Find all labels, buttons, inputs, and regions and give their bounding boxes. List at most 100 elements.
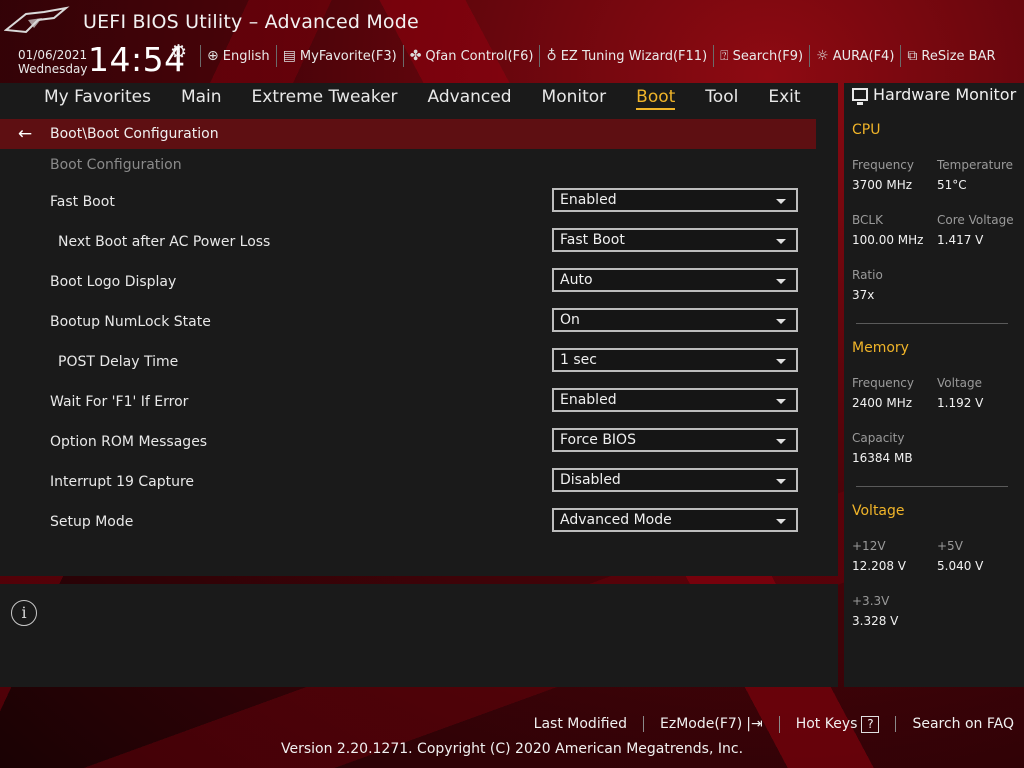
- fan-icon: ✤: [409, 48, 422, 64]
- bootup-numlock-state-dropdown[interactable]: On: [552, 308, 798, 332]
- lightbulb-icon: ♁: [546, 48, 557, 64]
- caret-down-icon: [776, 239, 786, 244]
- ez-tuning-wizard-button[interactable]: ♁ EZ Tuning Wizard(F11): [539, 45, 713, 67]
- hot-keys-button[interactable]: Hot Keys ?: [778, 715, 896, 733]
- fast-boot-dropdown[interactable]: Enabled: [552, 188, 798, 212]
- setting-label: Boot Logo Display: [50, 274, 177, 290]
- monitor-icon: [852, 88, 868, 105]
- voltage-heading: Voltage: [852, 503, 905, 519]
- memory-capacity-value: 16384 MB: [852, 451, 913, 465]
- core-voltage-label: Core Voltage: [937, 213, 1014, 227]
- v5-label: +5V: [937, 539, 963, 553]
- caret-down-icon: [776, 279, 786, 284]
- help-panel: i: [0, 584, 838, 687]
- dropdown-value: Enabled: [560, 392, 617, 408]
- hardware-monitor-title: Hardware Monitor: [852, 85, 1017, 105]
- tab-extreme-tweaker[interactable]: Extreme Tweaker: [237, 84, 413, 110]
- setting-row-next-boot-ac-power-loss: Next Boot after AC Power Loss Fast Boot: [0, 228, 816, 268]
- dropdown-value: On: [560, 312, 580, 328]
- language-button[interactable]: ⊕ English: [200, 45, 276, 67]
- myfavorite-label: MyFavorite(F3): [299, 48, 397, 64]
- dropdown-value: Fast Boot: [560, 232, 625, 248]
- breadcrumb-text: Boot\Boot Configuration: [50, 126, 219, 142]
- v12-label: +12V: [852, 539, 886, 553]
- qfan-control-button[interactable]: ✤ Qfan Control(F6): [402, 45, 540, 67]
- setting-row-boot-logo-display: Boot Logo Display Auto: [0, 268, 816, 308]
- cpu-temperature-value: 51°C: [937, 178, 967, 192]
- v33-label: +3.3V: [852, 594, 890, 608]
- search-faq-label: Search on FAQ: [912, 716, 1014, 732]
- bclk-value: 100.00 MHz: [852, 233, 924, 247]
- caret-down-icon: [776, 479, 786, 484]
- setting-row-wait-for-f1: Wait For 'F1' If Error Enabled: [0, 388, 816, 428]
- search-faq-button[interactable]: Search on FAQ: [895, 716, 1014, 732]
- setting-row-option-rom-messages: Option ROM Messages Force BIOS: [0, 428, 816, 468]
- version-text: Version 2.20.1271. Copyright (C) 2020 Am…: [280, 741, 744, 757]
- caret-down-icon: [776, 359, 786, 364]
- setting-row-setup-mode: Setup Mode Advanced Mode: [0, 508, 816, 548]
- wait-for-f1-dropdown[interactable]: Enabled: [552, 388, 798, 412]
- aura-label: AURA(F4): [832, 48, 895, 64]
- v12-value: 12.208 V: [852, 559, 907, 573]
- setting-label: Fast Boot: [50, 194, 115, 210]
- setup-mode-dropdown[interactable]: Advanced Mode: [552, 508, 798, 532]
- memory-voltage-value: 1.192 V: [937, 396, 984, 410]
- date-text: 01/06/2021: [18, 48, 88, 62]
- boot-logo-display-dropdown[interactable]: Auto: [552, 268, 798, 292]
- memory-capacity-label: Capacity: [852, 431, 905, 445]
- last-modified-button[interactable]: Last Modified: [518, 716, 643, 732]
- myfavorite-button[interactable]: ▤ MyFavorite(F3): [275, 45, 403, 67]
- setting-label: Next Boot after AC Power Loss: [58, 234, 271, 250]
- help-search-icon: ⍰: [720, 48, 729, 64]
- gear-icon[interactable]: ⚙: [170, 41, 187, 63]
- tab-advanced[interactable]: Advanced: [413, 84, 527, 110]
- setting-row-post-delay-time: POST Delay Time 1 sec: [0, 348, 816, 388]
- settings-panel: ← Boot\Boot Configuration Boot Configura…: [0, 111, 838, 576]
- ratio-value: 37x: [852, 288, 875, 302]
- ezmode-button[interactable]: EzMode(F7) |⇥: [643, 716, 779, 732]
- tab-main[interactable]: Main: [166, 84, 237, 110]
- resize-bar-label: ReSize BAR: [921, 48, 996, 64]
- app-title: UEFI BIOS Utility – Advanced Mode: [83, 11, 419, 33]
- next-boot-ac-power-loss-dropdown[interactable]: Fast Boot: [552, 228, 798, 252]
- aura-icon: ☼: [816, 48, 829, 64]
- tab-tool[interactable]: Tool: [690, 84, 753, 110]
- back-arrow-icon[interactable]: ←: [0, 124, 50, 144]
- hot-keys-label: Hot Keys: [795, 716, 858, 732]
- cpu-temperature-label: Temperature: [937, 158, 1014, 172]
- v33-value: 3.328 V: [852, 614, 899, 628]
- section-label: Boot Configuration: [50, 157, 182, 173]
- dropdown-value: Advanced Mode: [560, 512, 672, 528]
- resize-bar-button[interactable]: ⧉ ReSize BAR: [900, 45, 1001, 67]
- hardware-monitor-title-text: Hardware Monitor: [873, 85, 1017, 104]
- search-button[interactable]: ⍰ Search(F9): [713, 45, 809, 67]
- breadcrumb[interactable]: ← Boot\Boot Configuration: [0, 119, 816, 149]
- tab-exit[interactable]: Exit: [753, 84, 815, 110]
- memory-frequency-value: 2400 MHz: [852, 396, 913, 410]
- interrupt-19-capture-dropdown[interactable]: Disabled: [552, 468, 798, 492]
- day-text: Wednesday: [18, 62, 88, 76]
- setting-label: Bootup NumLock State: [50, 314, 211, 330]
- post-delay-time-dropdown[interactable]: 1 sec: [552, 348, 798, 372]
- dropdown-value: Auto: [560, 272, 593, 288]
- setting-label: Wait For 'F1' If Error: [50, 394, 189, 410]
- caret-down-icon: [776, 199, 786, 204]
- divider: [856, 323, 1008, 324]
- tab-boot[interactable]: Boot: [621, 84, 690, 110]
- option-rom-messages-dropdown[interactable]: Force BIOS: [552, 428, 798, 452]
- tab-my-favorites[interactable]: My Favorites: [0, 84, 166, 110]
- divider: [856, 486, 1008, 487]
- aura-button[interactable]: ☼ AURA(F4): [809, 45, 900, 67]
- setting-row-interrupt-19-capture: Interrupt 19 Capture Disabled: [0, 468, 816, 508]
- tab-monitor[interactable]: Monitor: [527, 84, 622, 110]
- dropdown-value: 1 sec: [560, 352, 597, 368]
- footer-links: Last Modified EzMode(F7) |⇥ Hot Keys ? S…: [518, 712, 1014, 736]
- search-label: Search(F9): [732, 48, 804, 64]
- ezmode-label: EzMode(F7): [660, 716, 743, 732]
- cpu-frequency-value: 3700 MHz: [852, 178, 913, 192]
- main-tabs: My Favorites Main Extreme Tweaker Advanc…: [0, 83, 838, 111]
- dropdown-value: Force BIOS: [560, 432, 636, 448]
- hardware-monitor: Hardware Monitor CPU Frequency Temperatu…: [844, 83, 1024, 687]
- dropdown-value: Disabled: [560, 472, 621, 488]
- rog-logo-icon: [4, 6, 70, 34]
